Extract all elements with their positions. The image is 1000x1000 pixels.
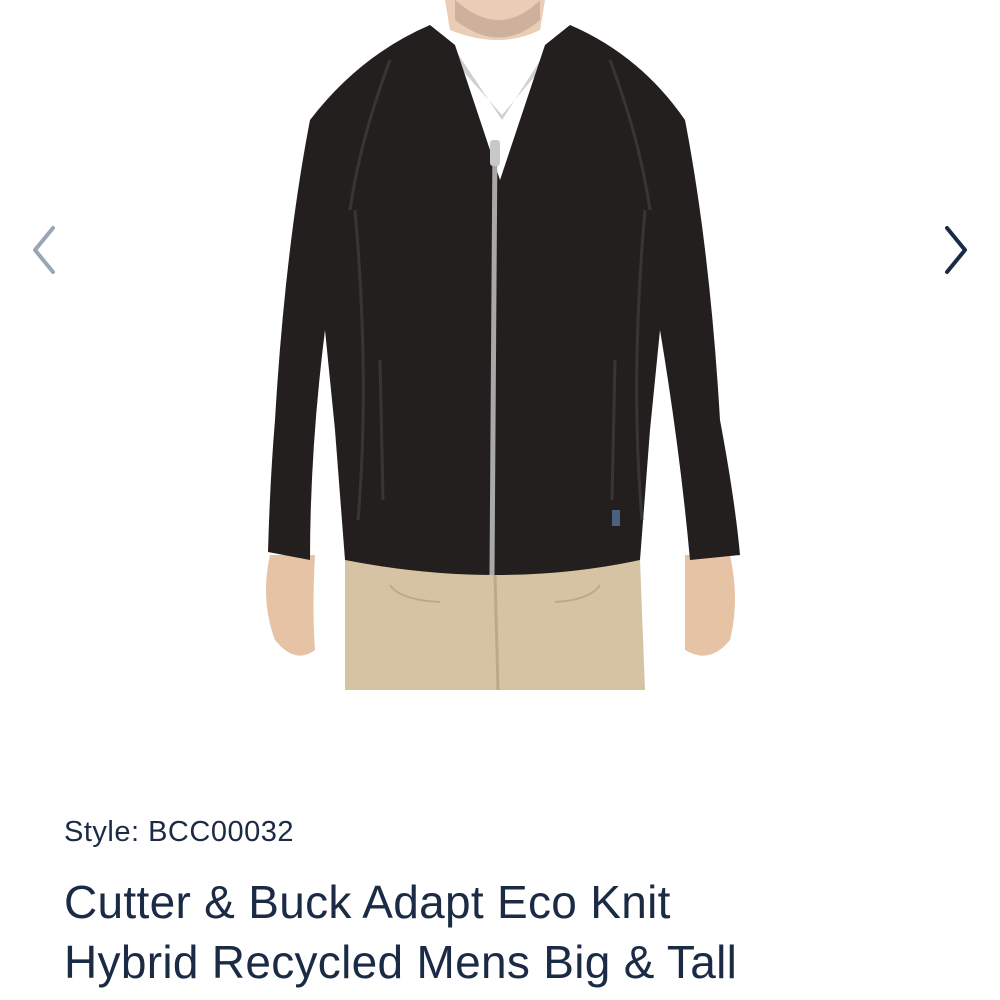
style-label: Style: <box>64 816 140 848</box>
next-image-button[interactable] <box>936 222 976 278</box>
product-title: Cutter & Buck Adapt Eco Knit Hybrid Recy… <box>64 872 944 992</box>
product-details: Style: BCC00032 Cutter & Buck Adapt Eco … <box>64 815 944 992</box>
style-code: BCC00032 <box>148 816 294 848</box>
product-image-carousel <box>0 0 1000 700</box>
chevron-left-icon <box>33 226 55 274</box>
product-title-line-2: Hybrid Recycled Mens Big & Tall <box>64 935 738 988</box>
product-title-line-1: Cutter & Buck Adapt Eco Knit <box>64 875 671 928</box>
chevron-right-icon <box>945 226 967 274</box>
style-number: Style: BCC00032 <box>64 815 944 850</box>
product-image[interactable] <box>240 0 760 690</box>
product-page: Style: BCC00032 Cutter & Buck Adapt Eco … <box>0 0 1000 1000</box>
previous-image-button[interactable] <box>24 222 64 278</box>
